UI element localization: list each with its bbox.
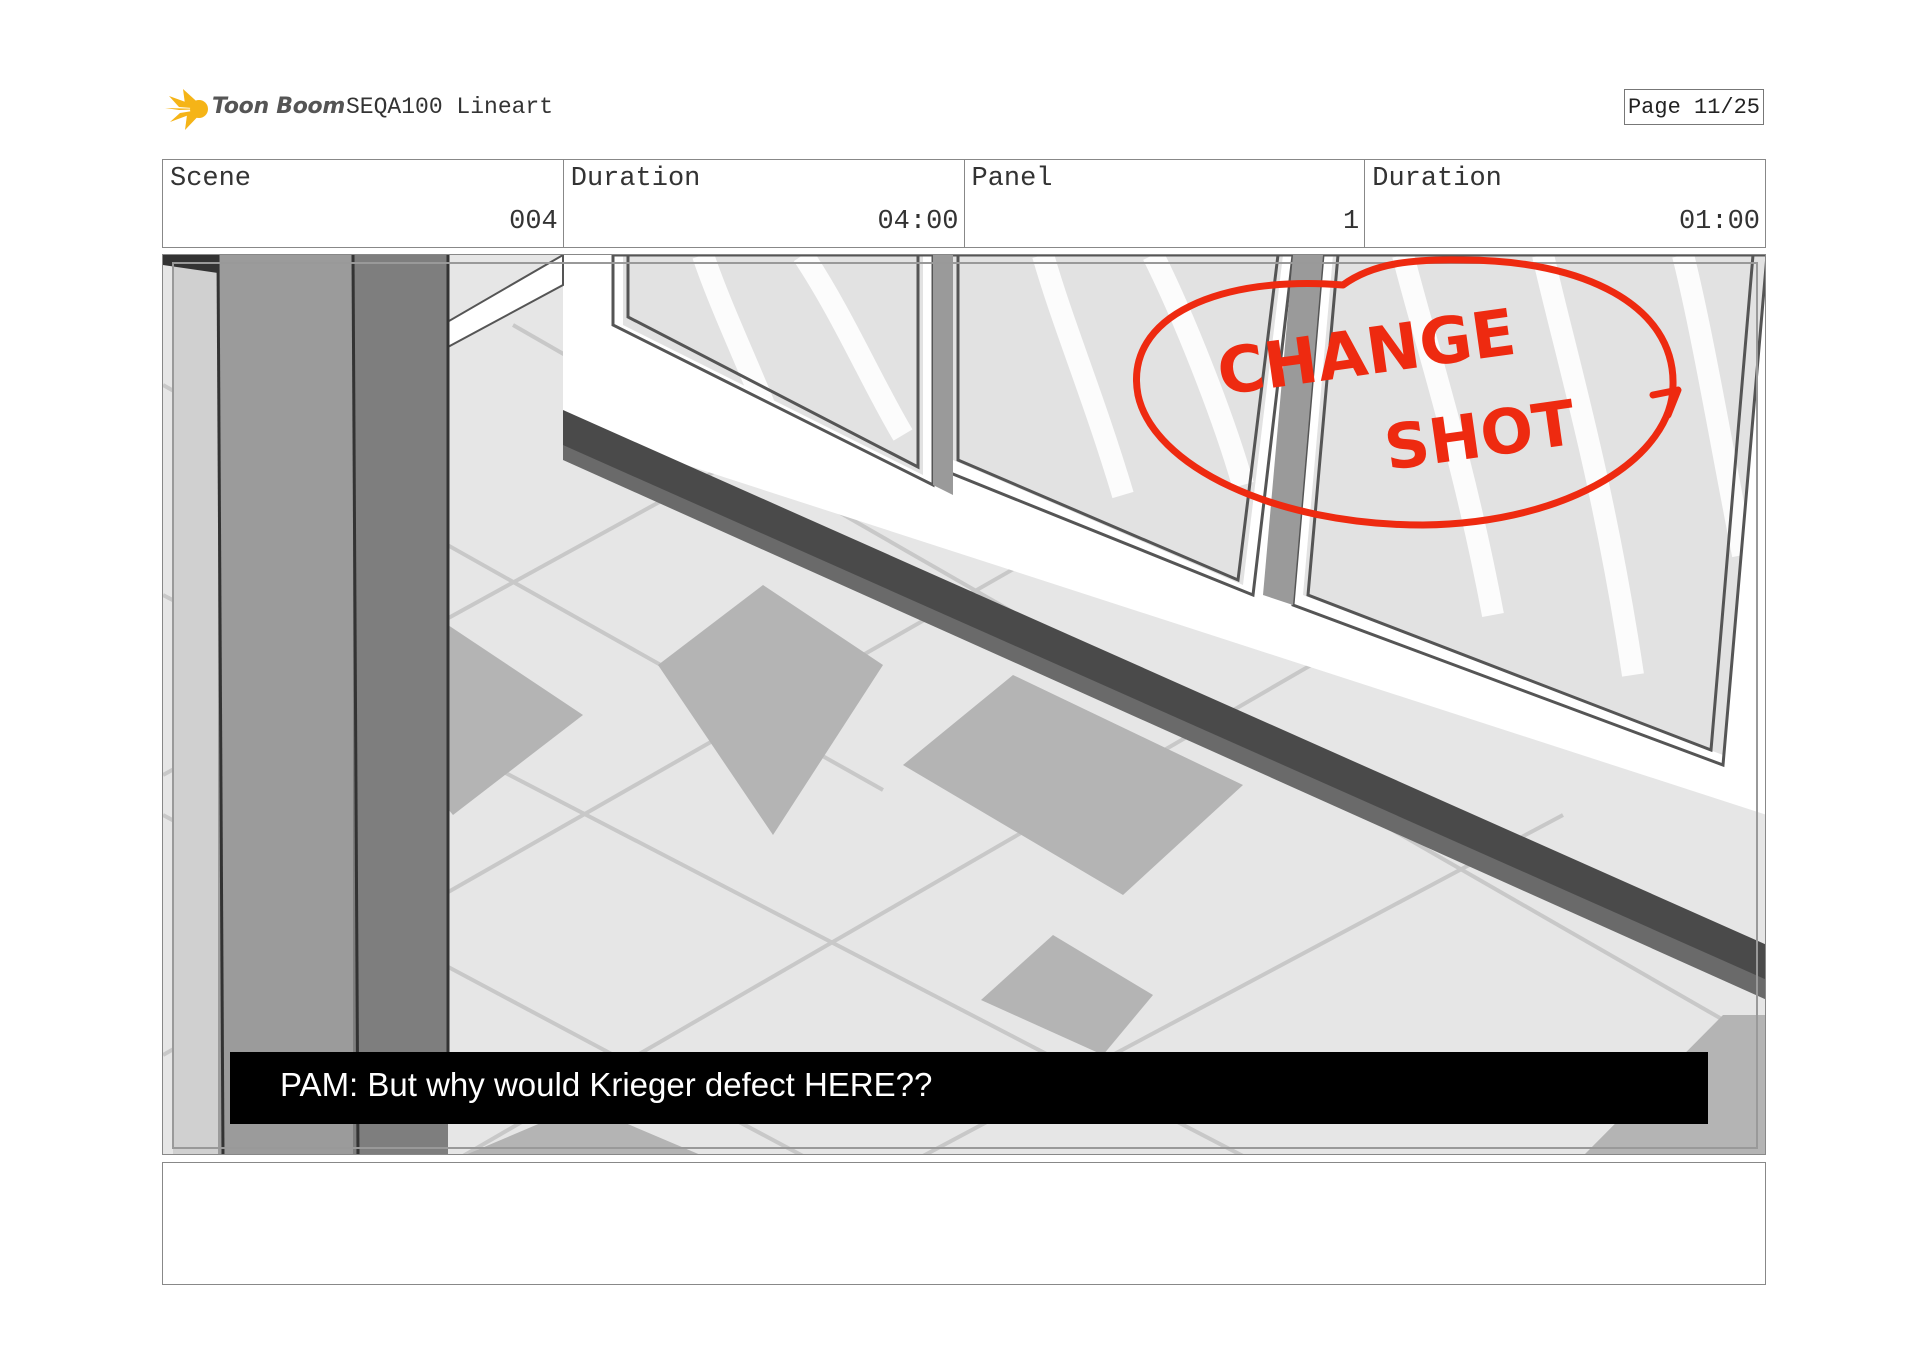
brand-name: Toon Boom: [212, 94, 345, 119]
change-shot-annotation: CHANGE SHOT: [1133, 256, 1682, 529]
scene-duration-value: 04:00: [877, 207, 959, 237]
annotation-change: CHANGE: [1213, 296, 1520, 411]
notes-box: [162, 1162, 1766, 1285]
panel-duration-cell: Duration 01:00: [1365, 160, 1765, 247]
page-number: Page 11/25: [1624, 89, 1764, 125]
panel-duration-label: Duration: [1372, 164, 1502, 194]
scene-label: Scene: [170, 164, 252, 194]
document-title: SEQA100 Lineart: [346, 94, 554, 120]
scene-cell: Scene 004: [163, 160, 564, 247]
annotation-shot: SHOT: [1380, 386, 1580, 485]
scene-duration-label: Duration: [570, 164, 701, 194]
caption-text: PAM: But why would Krieger defect HERE??: [280, 1066, 933, 1103]
caption-bar: PAM: But why would Krieger defect HERE??: [230, 1052, 1708, 1124]
panel-duration-value: 01:00: [1678, 207, 1760, 237]
sun-burst-icon: [165, 89, 208, 130]
scene-value: 004: [509, 207, 558, 237]
scene-duration-cell: Duration 04:00: [564, 160, 965, 247]
toon-boom-logo: Toon Boom: [165, 86, 345, 132]
storyboard-panel: CHANGE SHOT PAM: But why would Krieger d…: [162, 254, 1766, 1155]
panel-cell: Panel 1: [965, 160, 1366, 247]
panel-label: Panel: [971, 164, 1053, 194]
scene-info-table: Scene 004 Duration 04:00 Panel 1 Duratio…: [162, 159, 1766, 248]
panel-value: 1: [1343, 207, 1360, 237]
